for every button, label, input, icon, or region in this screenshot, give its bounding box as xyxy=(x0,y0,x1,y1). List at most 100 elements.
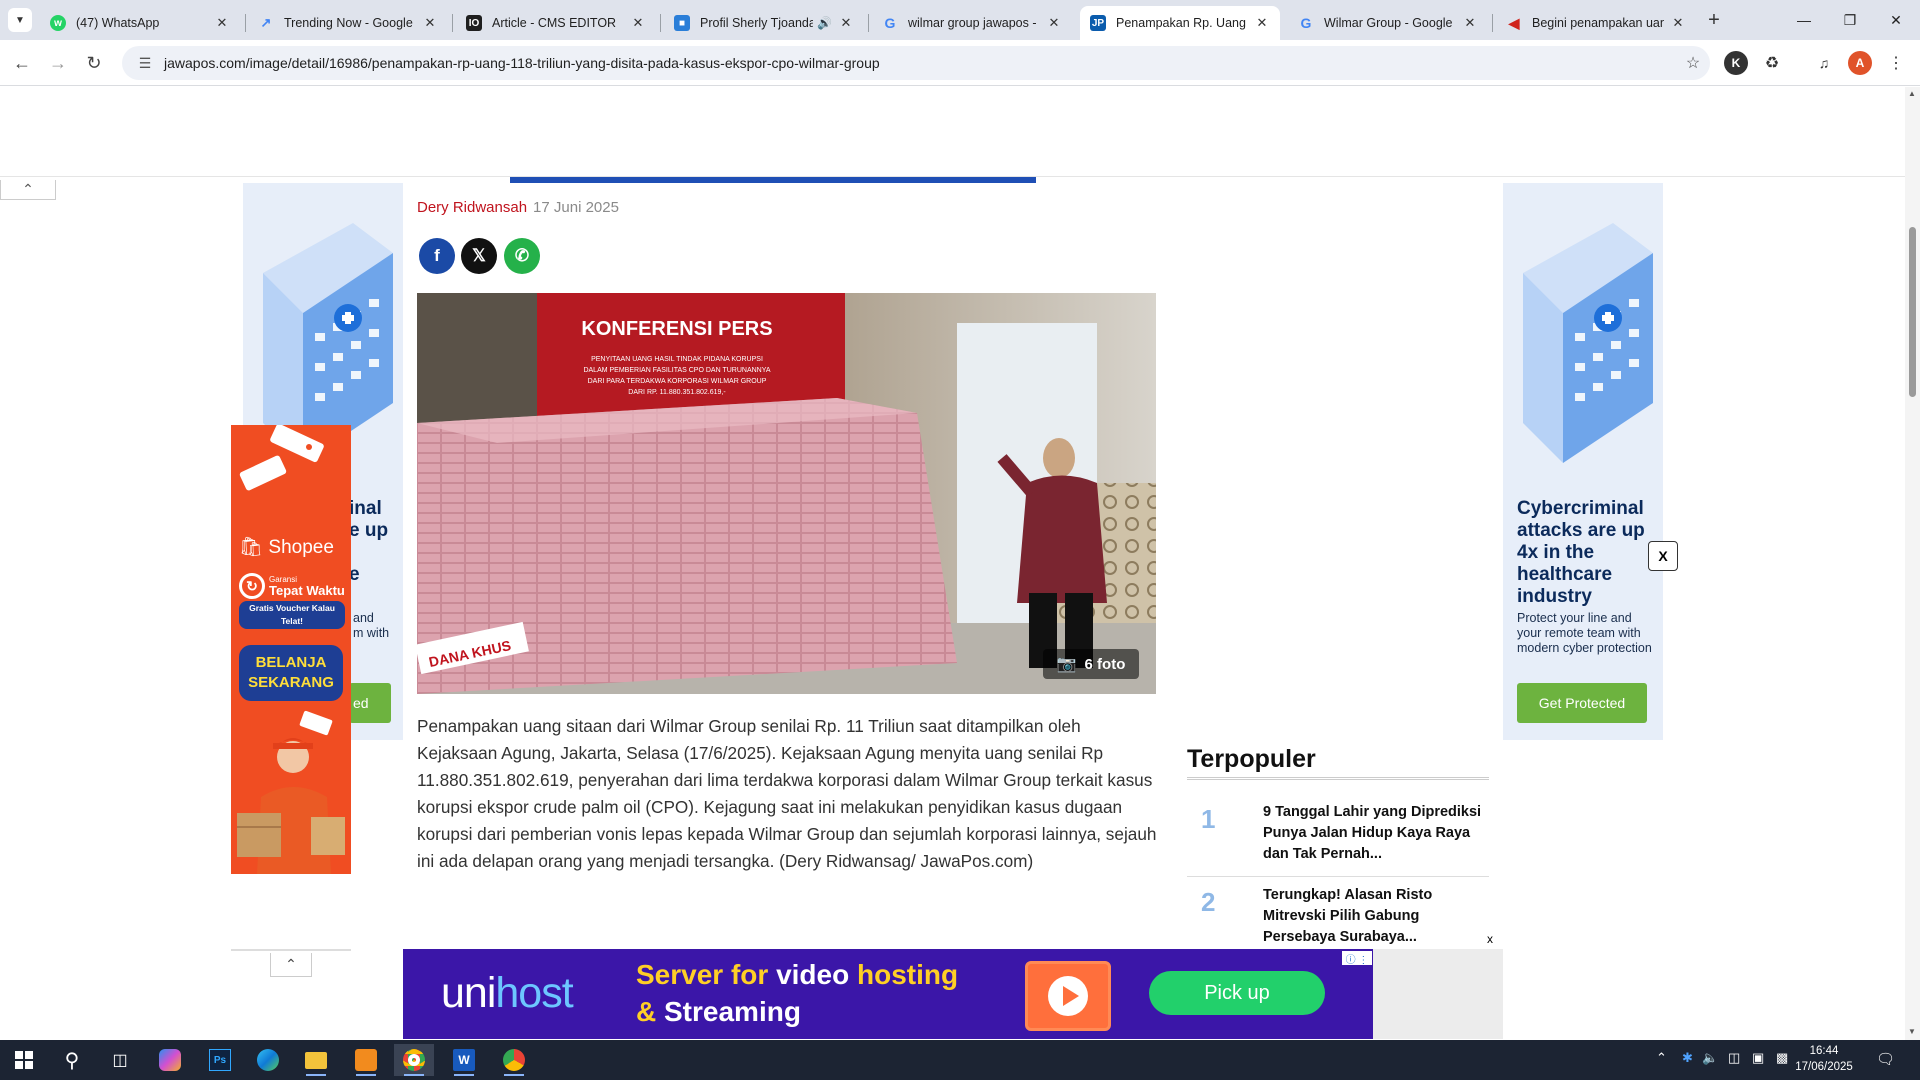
clock-time: 16:44 xyxy=(1809,1045,1839,1057)
close-window-button[interactable]: ✕ xyxy=(1873,0,1919,40)
file-explorer-app[interactable] xyxy=(296,1044,336,1076)
unihost-logo: unihost xyxy=(441,969,574,1018)
popular-item[interactable]: 1 9 Tanggal Lahir yang Diprediksi Punya … xyxy=(1187,802,1489,872)
media-controls-icon[interactable]: ♫ xyxy=(1812,51,1836,75)
close-bottom-ad-button[interactable]: x xyxy=(1480,930,1500,948)
close-icon[interactable]: ✕ xyxy=(838,15,854,31)
close-icon[interactable]: ✕ xyxy=(1462,15,1478,31)
display-icon[interactable]: ▣ xyxy=(1752,1050,1764,1066)
extensions-puzzle-icon[interactable]: ♻ xyxy=(1760,51,1784,75)
show-hidden-icons[interactable]: ⌃ xyxy=(1656,1050,1667,1066)
new-tab-button[interactable]: + xyxy=(1702,8,1726,32)
bluetooth-icon[interactable]: ✱ xyxy=(1682,1050,1693,1066)
tab-whatsapp[interactable]: w (47) WhatsApp ✕ xyxy=(40,6,240,40)
scroll-down-icon[interactable]: ▼ xyxy=(1908,1027,1916,1036)
tab-profil-sherly[interactable]: ■ Profil Sherly Tjoanda, 🔊 ✕ xyxy=(664,6,864,40)
share-facebook-button[interactable]: f xyxy=(419,238,455,274)
bookmark-star-icon[interactable]: ☆ xyxy=(1676,53,1710,73)
app-orange[interactable] xyxy=(346,1044,386,1076)
restore-button[interactable]: ❐ xyxy=(1827,0,1873,40)
extension-k-icon[interactable]: K xyxy=(1724,51,1748,75)
battery-icon[interactable]: ▩ xyxy=(1776,1050,1788,1066)
banner-line-1: KONFERENSI PERS xyxy=(581,318,772,340)
profile-avatar[interactable]: A xyxy=(1848,51,1872,75)
close-icon[interactable]: ✕ xyxy=(1670,15,1686,31)
edge-app[interactable] xyxy=(248,1044,288,1076)
photoshop-app[interactable]: Ps xyxy=(200,1044,240,1076)
page-viewport: ⌃ inal e up e and m with ed Cybercrimina… xyxy=(0,87,1905,1040)
folder-icon xyxy=(305,1051,327,1069)
close-side-ad-button[interactable]: X xyxy=(1648,541,1678,571)
speaker-icon[interactable]: 🔊 xyxy=(817,16,832,30)
close-icon[interactable]: ✕ xyxy=(1046,15,1062,31)
back-button[interactable]: ← xyxy=(8,49,36,77)
popular-item[interactable]: 2 Terungkap! Alasan Risto Mitrevski Pili… xyxy=(1187,885,1489,945)
close-icon[interactable]: ✕ xyxy=(422,15,438,31)
top-ad-area xyxy=(0,87,1905,177)
voucher-text: Gratis Voucher Kalau Telat! xyxy=(239,601,345,629)
ad-headline: Cybercriminal attacks are up 4x in the h… xyxy=(1517,498,1645,607)
start-button[interactable] xyxy=(4,1044,44,1076)
tab-google-search-wilmar[interactable]: G Wilmar Group - Google S ✕ xyxy=(1288,6,1488,40)
photo-count-button[interactable]: 📷 6 foto xyxy=(1043,649,1139,679)
address-bar[interactable]: ☰ jawapos.com/image/detail/16986/penampa… xyxy=(122,46,1710,80)
tab-title: Penampakan Rp. Uang 11 xyxy=(1116,16,1248,30)
unihost-ad[interactable]: unihost Server for video hosting & Strea… xyxy=(403,949,1373,1039)
play-button[interactable] xyxy=(1025,961,1111,1031)
share-whatsapp-button[interactable]: ✆ xyxy=(504,238,540,274)
tab-title: Wilmar Group - Google S xyxy=(1324,16,1456,30)
logo-part-b: host xyxy=(495,969,573,1017)
task-view-button[interactable]: ◫ xyxy=(100,1044,140,1076)
shopee-collapse-button[interactable]: ⌃ xyxy=(270,953,312,977)
get-protected-button[interactable]: Get Protected xyxy=(1517,683,1647,723)
whatsapp-icon: ✆ xyxy=(514,246,530,265)
close-icon[interactable]: ✕ xyxy=(214,15,230,31)
ad-subtext: Protect your line and your remote team w… xyxy=(1517,611,1652,655)
word-icon: W xyxy=(453,1049,475,1071)
chrome-profile-app[interactable] xyxy=(494,1044,534,1076)
shopee-ad[interactable]: 🛍 Shopee ↻ Garansi Tepat Waktu Gratis Vo… xyxy=(231,425,351,874)
forward-button[interactable]: → xyxy=(44,49,72,77)
popular-title[interactable]: Terungkap! Alasan Risto Mitrevski Pilih … xyxy=(1263,885,1483,948)
scroll-up-icon[interactable]: ▲ xyxy=(1908,89,1916,98)
ad-cta-partial[interactable]: ed xyxy=(349,683,391,723)
tab-google-trends[interactable]: ↗ Trending Now - Google Tr ✕ xyxy=(248,6,448,40)
search-button[interactable]: ⚲ xyxy=(52,1044,92,1076)
pick-up-button[interactable]: Pick up xyxy=(1149,971,1325,1015)
belanja-sekarang-button[interactable]: BELANJA SEKARANG xyxy=(239,645,343,701)
volume-icon[interactable]: 🔈 xyxy=(1702,1050,1718,1066)
reload-button[interactable]: ↻ xyxy=(80,49,108,77)
menu-kebab-icon[interactable]: ⋮ xyxy=(1884,51,1908,75)
close-icon[interactable]: ✕ xyxy=(630,15,646,31)
tab-cms-editor[interactable]: IO Article - CMS EDITOR ✕ xyxy=(456,6,656,40)
author-link[interactable]: Dery Ridwansah xyxy=(417,199,527,216)
article-photo[interactable]: KONFERENSI PERS PENYITAAN UANG HASIL TIN… xyxy=(417,293,1156,694)
tab-search-button[interactable]: ▼ xyxy=(8,8,32,32)
share-x-button[interactable]: 𝕏 xyxy=(461,238,497,274)
scrollbar-thumb[interactable] xyxy=(1909,227,1916,397)
adchoices-icon[interactable]: ⓘ ⋮ xyxy=(1342,951,1372,966)
close-icon[interactable]: ✕ xyxy=(1254,15,1270,31)
chrome-icon xyxy=(503,1049,525,1071)
chrome-app[interactable] xyxy=(394,1044,434,1076)
page-scrollbar[interactable]: ▲ ▼ xyxy=(1905,87,1920,1040)
ad-sub-partial: and m with xyxy=(353,611,390,640)
collapse-top-ad-button[interactable]: ⌃ xyxy=(0,180,56,200)
word-app[interactable]: W xyxy=(444,1044,484,1076)
facebook-icon: f xyxy=(434,246,440,265)
tab-google-search-wilmar-jawapos[interactable]: G wilmar group jawapos - G ✕ xyxy=(872,6,1072,40)
site-info-icon[interactable]: ☰ xyxy=(130,55,160,72)
popular-title[interactable]: 9 Tanggal Lahir yang Diprediksi Punya Ja… xyxy=(1263,802,1483,865)
url-text[interactable]: jawapos.com/image/detail/16986/penampaka… xyxy=(160,55,1676,71)
right-side-ad[interactable]: Cybercriminal attacks are up 4x in the h… xyxy=(1503,183,1663,740)
badge-big-text: Tepat Waktu xyxy=(269,583,345,598)
photoshop-icon: Ps xyxy=(209,1049,231,1071)
minimize-button[interactable]: — xyxy=(1781,0,1827,40)
tab-begini-penampakan[interactable]: ◀ Begini penampakan uang ✕ xyxy=(1496,6,1696,40)
taskbar-clock[interactable]: 16:44 17/06/2025 xyxy=(1790,1043,1858,1075)
network-icon[interactable]: ◫ xyxy=(1728,1050,1740,1066)
kompas-icon: ◀ xyxy=(1508,14,1520,31)
tab-penampakan-active[interactable]: JP Penampakan Rp. Uang 11 ✕ xyxy=(1080,6,1280,40)
notifications-icon[interactable]: 🗨 xyxy=(1876,1050,1895,1068)
copilot-app[interactable] xyxy=(150,1044,190,1076)
